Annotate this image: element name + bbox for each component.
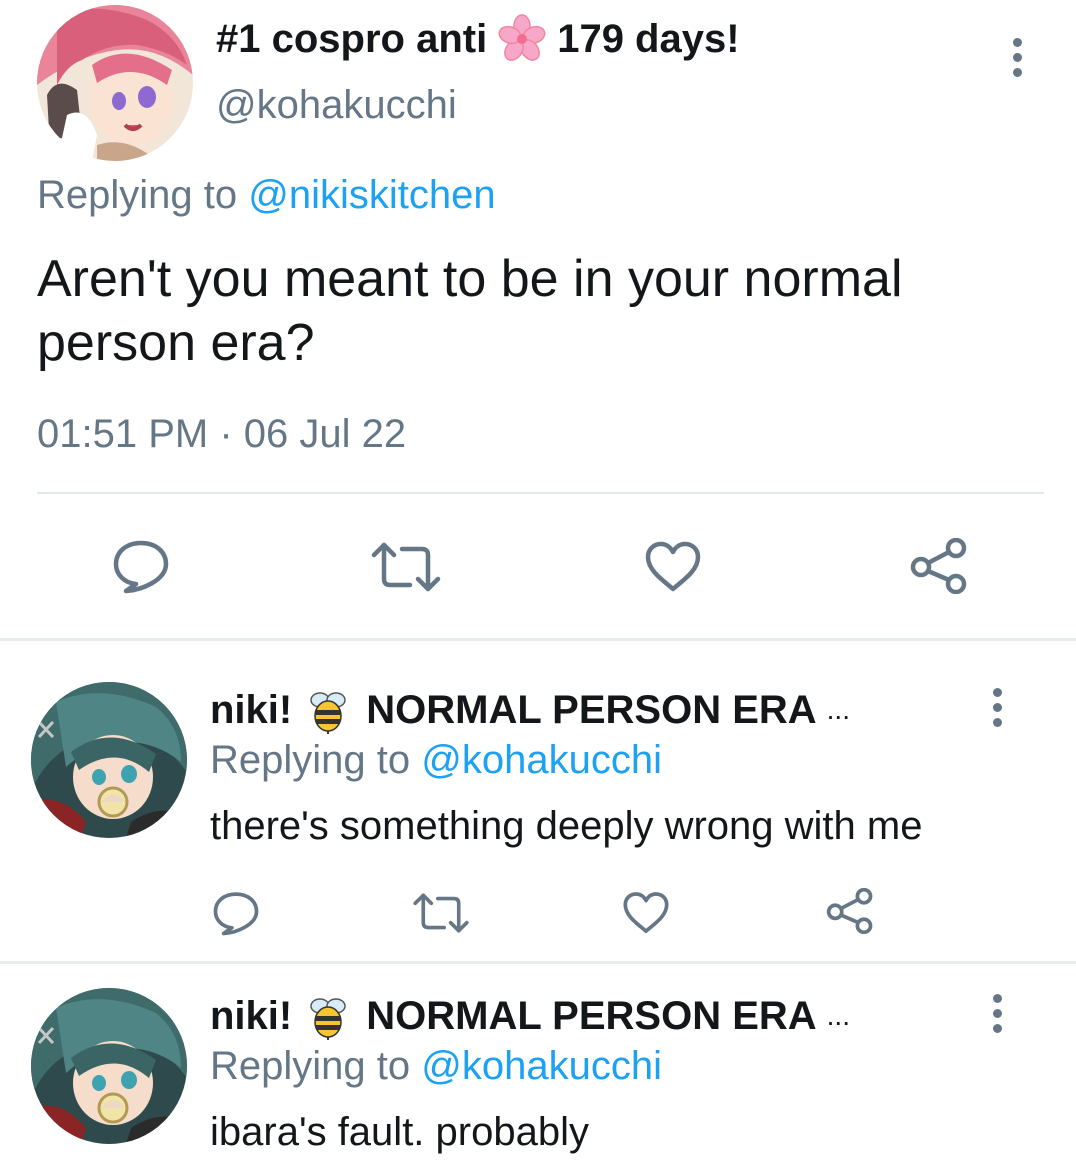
reply-icon bbox=[213, 892, 259, 936]
display-name-suffix: 179 days! bbox=[557, 16, 740, 61]
tweet-timestamp[interactable]: 01:51 PM · 06 Jul 22 bbox=[37, 412, 406, 457]
more-options-icon[interactable] bbox=[990, 994, 1004, 1033]
display-name[interactable]: niki! NORMAL PERSON ERA ... bbox=[210, 992, 850, 1040]
avatar[interactable] bbox=[31, 988, 187, 1144]
tweet-text: there's something deeply wrong with me bbox=[210, 804, 923, 848]
retweet-icon bbox=[371, 542, 441, 592]
share-button[interactable] bbox=[826, 888, 874, 934]
reply-button[interactable] bbox=[212, 890, 260, 936]
name-truncation: ... bbox=[826, 694, 850, 725]
avatar-image bbox=[37, 5, 193, 161]
more-options-icon[interactable] bbox=[990, 688, 1004, 727]
retweet-button[interactable] bbox=[412, 892, 470, 934]
bee-icon bbox=[304, 686, 352, 734]
tweet-text: Aren't you meant to be in your normal pe… bbox=[37, 250, 903, 372]
replying-to: Replying to @nikiskitchen bbox=[37, 173, 496, 218]
replying-to-label: Replying to bbox=[37, 173, 238, 217]
reply-button[interactable] bbox=[112, 538, 170, 594]
replying-to: Replying to @kohakucchi bbox=[210, 738, 662, 783]
replying-to-label: Replying to bbox=[210, 738, 411, 782]
retweet-button[interactable] bbox=[370, 541, 442, 593]
user-handle[interactable]: @kohakucchi bbox=[216, 83, 457, 128]
replying-to-handle[interactable]: @kohakucchi bbox=[421, 1044, 662, 1088]
tweet-thread: #1 cospro anti 179 days! @kohakucchi Rep… bbox=[0, 0, 1076, 1173]
share-icon bbox=[910, 538, 967, 594]
display-name[interactable]: niki! NORMAL PERSON ERA ... bbox=[210, 686, 850, 734]
cherry-blossom-icon bbox=[497, 14, 547, 64]
display-name-suffix: NORMAL PERSON ERA bbox=[366, 687, 817, 732]
share-icon bbox=[826, 888, 873, 934]
avatar-image bbox=[31, 988, 187, 1144]
display-name-text: #1 cospro anti bbox=[216, 16, 488, 61]
display-name-text: niki! bbox=[210, 687, 293, 732]
like-icon bbox=[623, 892, 669, 934]
like-button[interactable] bbox=[622, 891, 670, 935]
display-name[interactable]: #1 cospro anti 179 days! bbox=[216, 14, 740, 64]
retweet-icon bbox=[413, 893, 469, 933]
display-name-text: niki! bbox=[210, 993, 293, 1038]
avatar[interactable] bbox=[37, 5, 193, 161]
display-name-suffix: NORMAL PERSON ERA bbox=[366, 993, 817, 1038]
main-tweet: #1 cospro anti 179 days! @kohakucchi Rep… bbox=[0, 0, 1076, 640]
section-divider bbox=[0, 961, 1076, 964]
section-divider bbox=[0, 638, 1076, 641]
share-button[interactable] bbox=[910, 538, 968, 594]
avatar-image bbox=[31, 682, 187, 838]
tweet-text: ibara's fault. probably bbox=[210, 1110, 589, 1154]
replying-to-label: Replying to bbox=[210, 1044, 411, 1088]
like-icon bbox=[645, 541, 701, 592]
replying-to-handle[interactable]: @nikiskitchen bbox=[248, 173, 495, 217]
bee-icon bbox=[304, 992, 352, 1040]
reply-icon bbox=[113, 540, 169, 594]
name-truncation: ... bbox=[826, 1000, 850, 1031]
divider bbox=[37, 492, 1044, 494]
replying-to-handle[interactable]: @kohakucchi bbox=[421, 738, 662, 782]
like-button[interactable] bbox=[644, 541, 702, 593]
more-options-icon[interactable] bbox=[1010, 38, 1024, 77]
replying-to: Replying to @kohakucchi bbox=[210, 1044, 662, 1089]
avatar[interactable] bbox=[31, 682, 187, 838]
